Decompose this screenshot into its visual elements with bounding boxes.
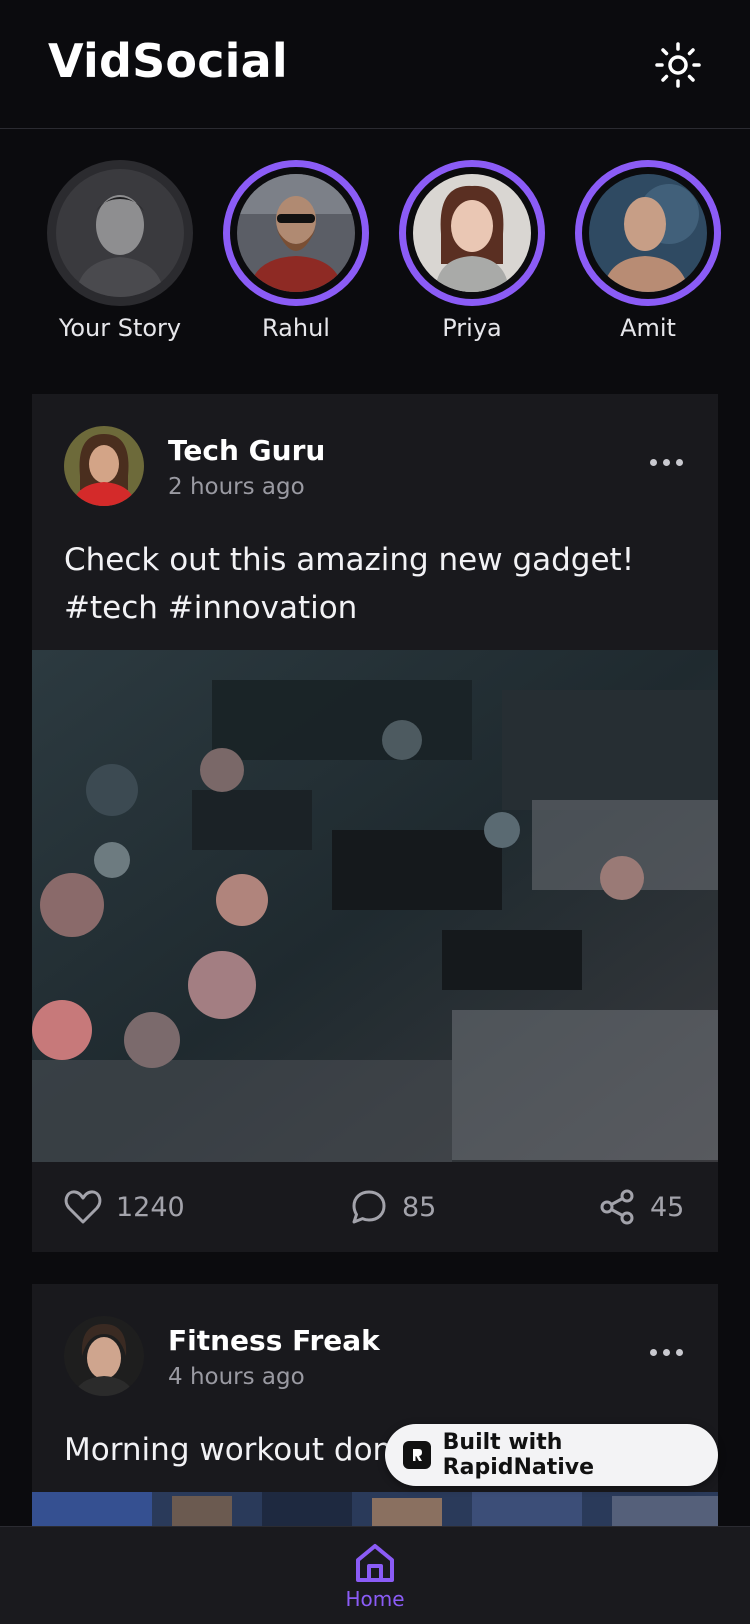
author-avatar[interactable]: [64, 1316, 144, 1396]
app-title: VidSocial: [48, 34, 288, 88]
share-button[interactable]: 45: [598, 1162, 684, 1252]
more-options-button[interactable]: [642, 1340, 690, 1364]
nav-home[interactable]: Home: [335, 1541, 415, 1624]
story-avatar: [409, 170, 535, 296]
story-name: Priya: [442, 314, 502, 342]
post-image[interactable]: [32, 1492, 718, 1526]
stories-row: Your Story Rahul Priya Amit: [0, 160, 750, 350]
story-avatar: [585, 170, 711, 296]
app-header: VidSocial: [0, 0, 750, 129]
more-dot: [662, 458, 670, 466]
post-text: Check out this amazing new gadget! #tech…: [64, 542, 635, 626]
comment-count: 85: [402, 1191, 437, 1223]
story-avatar-frame: [47, 160, 193, 306]
story-name: Rahul: [262, 314, 330, 342]
post-header: Fitness Freak 4 hours ago: [32, 1284, 718, 1414]
bottom-nav: Home: [0, 1526, 750, 1624]
story-name: Amit: [620, 314, 676, 342]
badge-label: Built with RapidNative: [442, 1430, 595, 1480]
story-avatar: [56, 169, 184, 297]
more-dot: [675, 458, 683, 466]
comment-button[interactable]: 85: [350, 1162, 436, 1252]
comment-icon: [352, 1190, 386, 1224]
more-dot: [675, 1348, 683, 1356]
story-your-story[interactable]: Your Story: [45, 160, 195, 342]
share-icon: [600, 1189, 634, 1225]
rapidnative-logo-icon: [403, 1441, 431, 1469]
nav-home-label: Home: [345, 1587, 405, 1611]
story-avatar-frame: [575, 160, 721, 306]
story-rahul[interactable]: Rahul: [221, 160, 371, 342]
post-card: Fitness Freak 4 hours ago Morning workou…: [32, 1284, 718, 1526]
share-count: 45: [650, 1191, 685, 1223]
sun-icon: [655, 42, 701, 88]
author-avatar[interactable]: [64, 426, 144, 506]
like-button[interactable]: 1240: [64, 1162, 185, 1252]
more-dot: [649, 1348, 657, 1356]
post-card: Tech Guru 2 hours ago Check out this ama…: [32, 394, 718, 1252]
post-image[interactable]: [32, 650, 718, 1162]
post-timestamp: 2 hours ago: [168, 474, 305, 500]
theme-toggle-button[interactable]: [654, 41, 702, 89]
home-icon: [356, 1544, 394, 1582]
like-count: 1240: [116, 1191, 185, 1223]
post-timestamp: 4 hours ago: [168, 1364, 305, 1390]
built-with-badge[interactable]: Built with RapidNative: [385, 1424, 718, 1486]
post-author[interactable]: Tech Guru: [168, 434, 325, 467]
post-actions: 1240 85 45: [32, 1162, 718, 1252]
story-amit[interactable]: Amit: [573, 160, 723, 342]
story-priya[interactable]: Priya: [397, 160, 547, 342]
story-avatar: [233, 170, 359, 296]
more-dot: [662, 1348, 670, 1356]
story-avatar-frame: [399, 160, 545, 306]
app-root: VidSocial Your Story Rahul Priya Amit Te…: [0, 0, 750, 1624]
story-avatar-frame: [223, 160, 369, 306]
post-author[interactable]: Fitness Freak: [168, 1324, 380, 1357]
heart-icon: [64, 1190, 102, 1224]
post-header: Tech Guru 2 hours ago: [32, 394, 718, 524]
more-options-button[interactable]: [642, 450, 690, 474]
more-dot: [649, 458, 657, 466]
story-name: Your Story: [58, 314, 182, 342]
